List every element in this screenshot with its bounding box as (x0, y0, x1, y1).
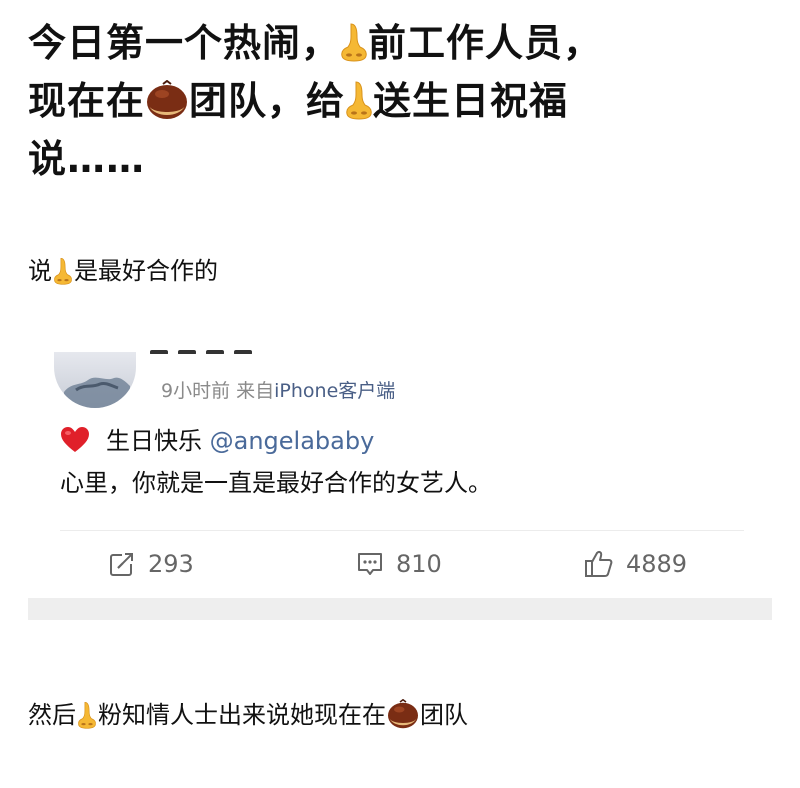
para2-mid: 粉知情人士出来说她现在在 (98, 701, 386, 729)
mention-link[interactable]: @angelababy (210, 427, 375, 455)
headline-part3: 现在在 (28, 79, 146, 123)
like-button[interactable]: 4889 (584, 546, 687, 582)
headline-part1: 今日第一个热闹， (28, 21, 341, 65)
repost-icon (110, 552, 134, 576)
para1-pre: 说 (28, 257, 52, 285)
post-message: 心里，你就是一直是最好合作的女艺人。 (60, 469, 492, 497)
headline: 今日第一个热闹， 前工作人员， 现在在 团队，给 送生日祝福 说…… (28, 14, 788, 188)
paragraph-2: 然后 粉知情人士出来说她现在在 团队 (28, 697, 468, 733)
username-cropped (150, 340, 290, 354)
chestnut-emoji (386, 699, 420, 729)
like-icon (585, 551, 613, 577)
repost-count: 293 (148, 550, 194, 578)
headline-part5: 送生日祝福 (373, 79, 569, 123)
repost-button[interactable]: 293 (108, 546, 194, 582)
chestnut-emoji (145, 80, 189, 120)
nose-emoji (76, 701, 98, 729)
para1-post: 是最好合作的 (74, 257, 218, 285)
birthday-line: 生日快乐 @angelababy (106, 424, 374, 458)
post-time: 9小时前 (161, 380, 231, 402)
post-meta: 9小时前 来自iPhone客户端 (161, 376, 395, 403)
comment-button[interactable]: 810 (356, 546, 442, 582)
headline-part6: 说…… (28, 137, 146, 181)
nose-emoji (52, 257, 74, 285)
birthday-text: 生日快乐 (106, 427, 202, 455)
heart-emoji (61, 427, 89, 452)
para2-post: 团队 (420, 701, 468, 729)
nose-emoji (345, 80, 373, 120)
like-count: 4889 (626, 550, 688, 578)
paragraph-1: 说是最好合作的 (28, 253, 218, 289)
nose-emoji (340, 22, 368, 62)
headline-part4: 团队，给 (189, 79, 346, 123)
post-from: 来自 (236, 380, 275, 402)
comment-count: 810 (396, 550, 442, 578)
embedded-post-screenshot: 9小时前 来自iPhone客户端 生日快乐 @angelababy 心里，你就是… (28, 340, 772, 620)
comment-icon (358, 553, 382, 575)
post-source[interactable]: iPhone客户端 (274, 380, 395, 402)
card-bottom-bar (28, 598, 772, 620)
divider (60, 530, 744, 531)
headline-part2: 前工作人员， (368, 21, 603, 65)
avatar[interactable] (54, 352, 136, 408)
para2-pre: 然后 (28, 701, 76, 729)
